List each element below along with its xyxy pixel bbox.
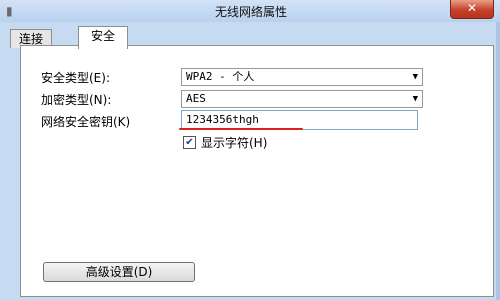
advanced-settings-button[interactable]: 高级设置(D)	[43, 262, 195, 282]
title-bar: ▮ 无线网络属性 ✕	[0, 0, 500, 23]
show-characters-label: 显示字符(H)	[201, 136, 268, 150]
close-icon: ✕	[466, 1, 478, 15]
encryption-type-value: AES	[186, 92, 206, 105]
security-panel: 安全类型(E): WPA2 - 个人 ▼ 加密类型(N): AES ▼ 网络安全…	[20, 45, 494, 297]
network-key-label: 网络安全密钥(K)	[41, 115, 131, 129]
dropdown-arrow-icon: ▼	[412, 72, 418, 82]
security-type-select[interactable]: WPA2 - 个人 ▼	[181, 68, 423, 86]
security-type-label: 安全类型(E):	[41, 71, 110, 85]
tab-security[interactable]: 安全	[78, 26, 129, 49]
encryption-type-select[interactable]: AES ▼	[181, 90, 423, 108]
key-annotation-underline	[179, 128, 303, 130]
dropdown-arrow-icon: ▼	[412, 94, 418, 104]
window-title: 无线网络属性	[215, 5, 288, 19]
encryption-type-label: 加密类型(N):	[41, 93, 112, 107]
show-characters-checkbox[interactable]: ✔	[183, 136, 196, 149]
network-icon: ▮	[6, 4, 13, 18]
security-type-value: WPA2 - 个人	[186, 70, 255, 83]
network-key-input[interactable]: 1234356thgh	[181, 110, 418, 130]
close-button[interactable]: ✕	[450, 0, 494, 19]
